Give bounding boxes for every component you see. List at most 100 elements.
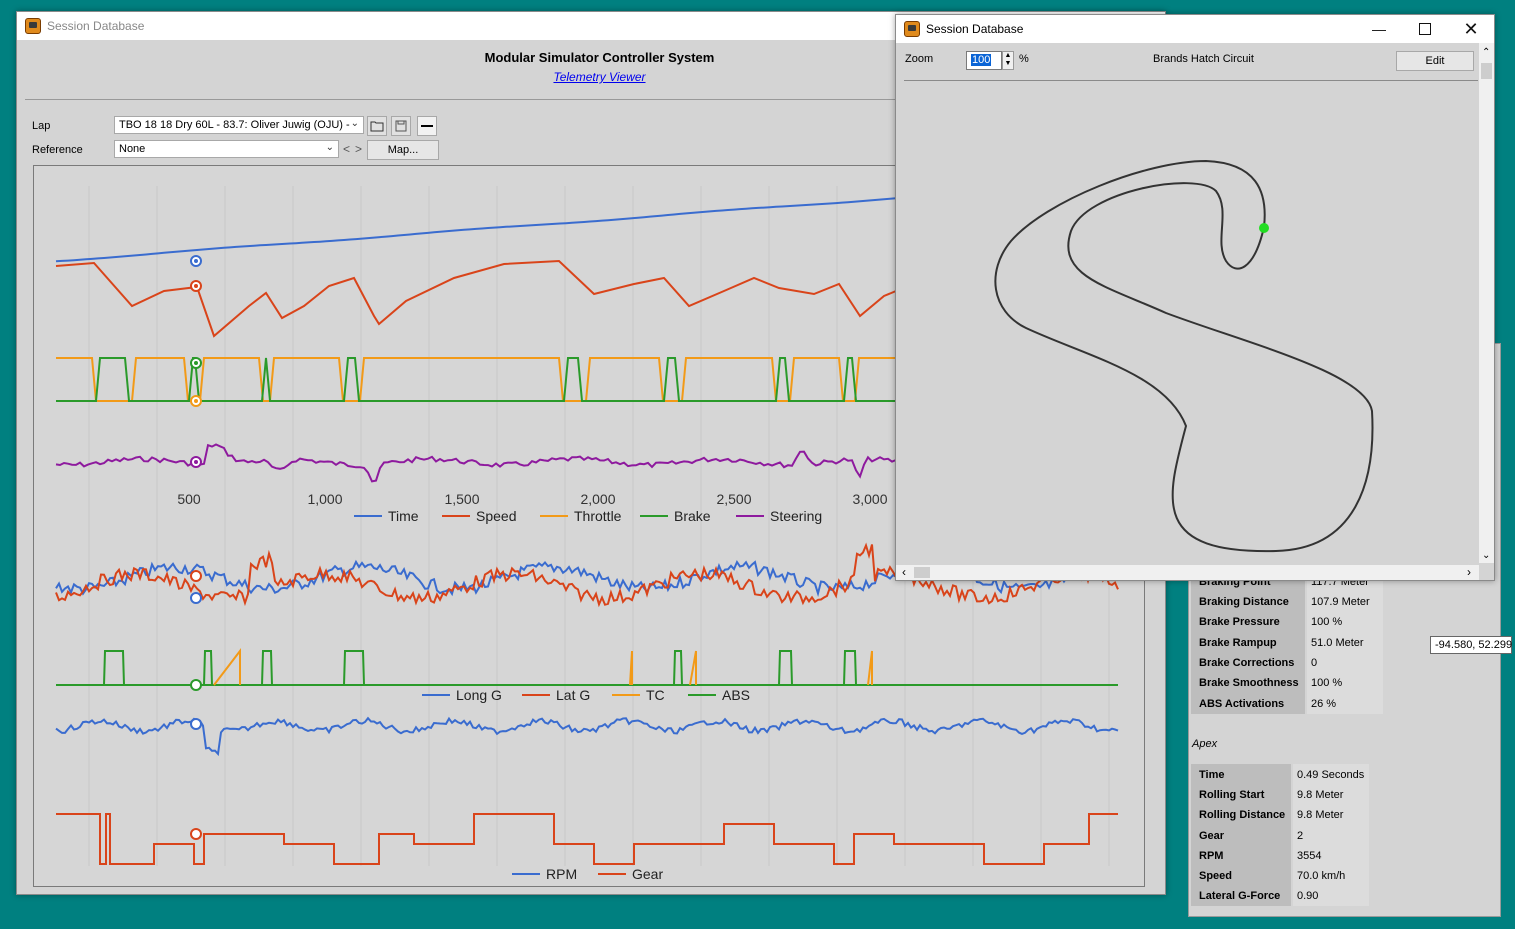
braking-stat-value: 100 %	[1311, 677, 1343, 690]
apex-stat-value: 9.8 Meter	[1297, 789, 1344, 802]
cursor-marker-dot	[194, 284, 198, 288]
abs-activation	[103, 650, 125, 686]
zoom-stepper[interactable]: ▲ ▼	[1002, 51, 1014, 70]
abs-activation	[203, 650, 213, 686]
scroll-thumb[interactable]	[1481, 63, 1492, 79]
apex-stat-label: Lateral G-Force	[1199, 890, 1281, 903]
legend-label: TC	[646, 687, 665, 703]
apex-stat-label: Gear	[1199, 829, 1225, 842]
coordinate-tooltip: -94.580, 52.299	[1430, 636, 1512, 654]
lap-label: Lap	[32, 120, 51, 132]
minus-icon	[421, 125, 433, 127]
map-button[interactable]: Map...	[367, 140, 439, 160]
apex-stat-value: 70.0 km/h	[1297, 870, 1346, 882]
x-axis-tick-label: 2,000	[580, 491, 615, 507]
rpm-series-line	[55, 716, 1119, 757]
reference-select-value: None	[119, 143, 146, 155]
lap-select[interactable]: TBO 18 18 Dry 60L - 83.7: Oliver Juwig (…	[114, 116, 364, 134]
apex-stat-value: 0.90	[1297, 890, 1319, 903]
abs-activation	[843, 650, 857, 686]
braking-stat-label: Braking Distance	[1199, 596, 1289, 608]
apex-stat-label: Rolling Distance	[1199, 809, 1286, 822]
scroll-up-icon: ⌃	[1482, 47, 1491, 58]
tc-activation	[689, 650, 697, 686]
vertical-scrollbar[interactable]: ⌃ ⌄	[1479, 43, 1494, 563]
gear-series-line	[56, 813, 1118, 865]
maximize-icon	[1419, 23, 1431, 35]
braking-table: Braking Point 117.7 Meter Braking Distan…	[1191, 570, 1383, 714]
edit-button[interactable]: Edit	[1396, 51, 1474, 71]
scroll-right-icon: ›	[1467, 565, 1471, 579]
app-icon	[25, 18, 41, 34]
braking-stat-value: 107.9 Meter	[1311, 596, 1370, 608]
time-series-line	[55, 197, 897, 263]
maximize-button[interactable]	[1402, 15, 1448, 43]
steering-series-line	[55, 443, 897, 483]
h-scroll-thumb[interactable]	[914, 567, 930, 578]
apex-table: Time 0.49 Seconds Rolling Start 9.8 Meter Ro…	[1191, 764, 1369, 906]
apex-stat-label: RPM	[1199, 849, 1224, 862]
cursor-marker-dot	[194, 460, 198, 464]
app-icon	[904, 21, 920, 37]
car-position-marker	[1259, 223, 1269, 233]
previous-reference-button[interactable]: <	[343, 142, 350, 156]
map-window: Session Database — ✕ Zoom 100 ▲ ▼ % Brand…	[895, 14, 1495, 581]
reference-label: Reference	[32, 144, 83, 156]
remove-button[interactable]	[417, 116, 437, 136]
braking-stat-label: Brake Rampup	[1199, 636, 1277, 649]
horizontal-scrollbar[interactable]: ‹ ›	[896, 565, 1479, 580]
legend-label: Speed	[476, 508, 516, 524]
apex-stat-value: 3554	[1297, 849, 1322, 862]
braking-stat-label: Brake Corrections	[1199, 656, 1295, 669]
zoom-label: Zoom	[905, 53, 934, 65]
scroll-down-icon: ⌄	[1482, 550, 1491, 561]
map-window-title: Session Database	[926, 22, 1024, 36]
throttle-series-line	[56, 357, 896, 402]
x-axis-tick-label: 3,000	[852, 491, 887, 507]
save-button[interactable]	[391, 116, 411, 136]
close-button[interactable]: ✕	[1448, 15, 1494, 43]
braking-stat-label: Brake Pressure	[1199, 616, 1280, 629]
braking-stat-value: 0	[1311, 656, 1318, 669]
legend-label: Steering	[770, 508, 822, 524]
legend-label: Lat G	[556, 687, 590, 703]
legend-label: Long G	[456, 687, 502, 703]
save-icon	[395, 120, 407, 132]
apex-stat-label: Time	[1199, 769, 1225, 781]
chevron-down-icon: ⌄	[350, 118, 359, 129]
open-folder-button[interactable]	[367, 116, 387, 136]
zoom-unit: %	[1019, 53, 1029, 65]
abs-activation	[673, 650, 683, 686]
track-map[interactable]	[896, 81, 1476, 561]
braking-stat-value: 100 %	[1311, 616, 1343, 629]
map-titlebar: Session Database — ✕	[896, 15, 1494, 43]
apex-stat-value: 2	[1297, 829, 1304, 842]
braking-stat-label: ABS Activations	[1199, 697, 1285, 710]
legend-label: Throttle	[574, 508, 622, 524]
cursor-marker-dot	[194, 259, 198, 263]
legend-label: Brake	[674, 508, 711, 524]
cursor-marker	[190, 592, 202, 604]
abs-activation	[778, 650, 793, 686]
abs-activation	[261, 650, 273, 686]
cursor-marker	[190, 828, 202, 840]
cursor-marker	[190, 718, 202, 730]
x-axis-tick-label: 1,000	[307, 491, 342, 507]
legend-label: Gear	[632, 866, 663, 882]
main-window-title: Session Database	[47, 19, 145, 33]
reference-select[interactable]: None ⌄	[114, 140, 339, 158]
zoom-value: 100	[971, 54, 992, 66]
chevron-down-icon: ⌄	[325, 142, 334, 153]
speed-series-line	[55, 259, 897, 338]
x-axis-tick-label: 500	[177, 491, 201, 507]
apex-stat-value: 9.8 Meter	[1297, 809, 1344, 822]
cursor-marker-dot	[194, 361, 198, 365]
next-reference-button[interactable]: >	[355, 142, 362, 156]
braking-stat-value: 51.0 Meter	[1311, 636, 1364, 649]
minimize-button[interactable]: —	[1356, 15, 1402, 43]
apex-title: Apex	[1192, 738, 1218, 750]
apex-stat-value: 0.49 Seconds	[1297, 769, 1365, 781]
tc-activation	[213, 648, 241, 686]
cursor-marker	[190, 570, 202, 582]
zoom-input[interactable]: 100	[966, 51, 1002, 70]
